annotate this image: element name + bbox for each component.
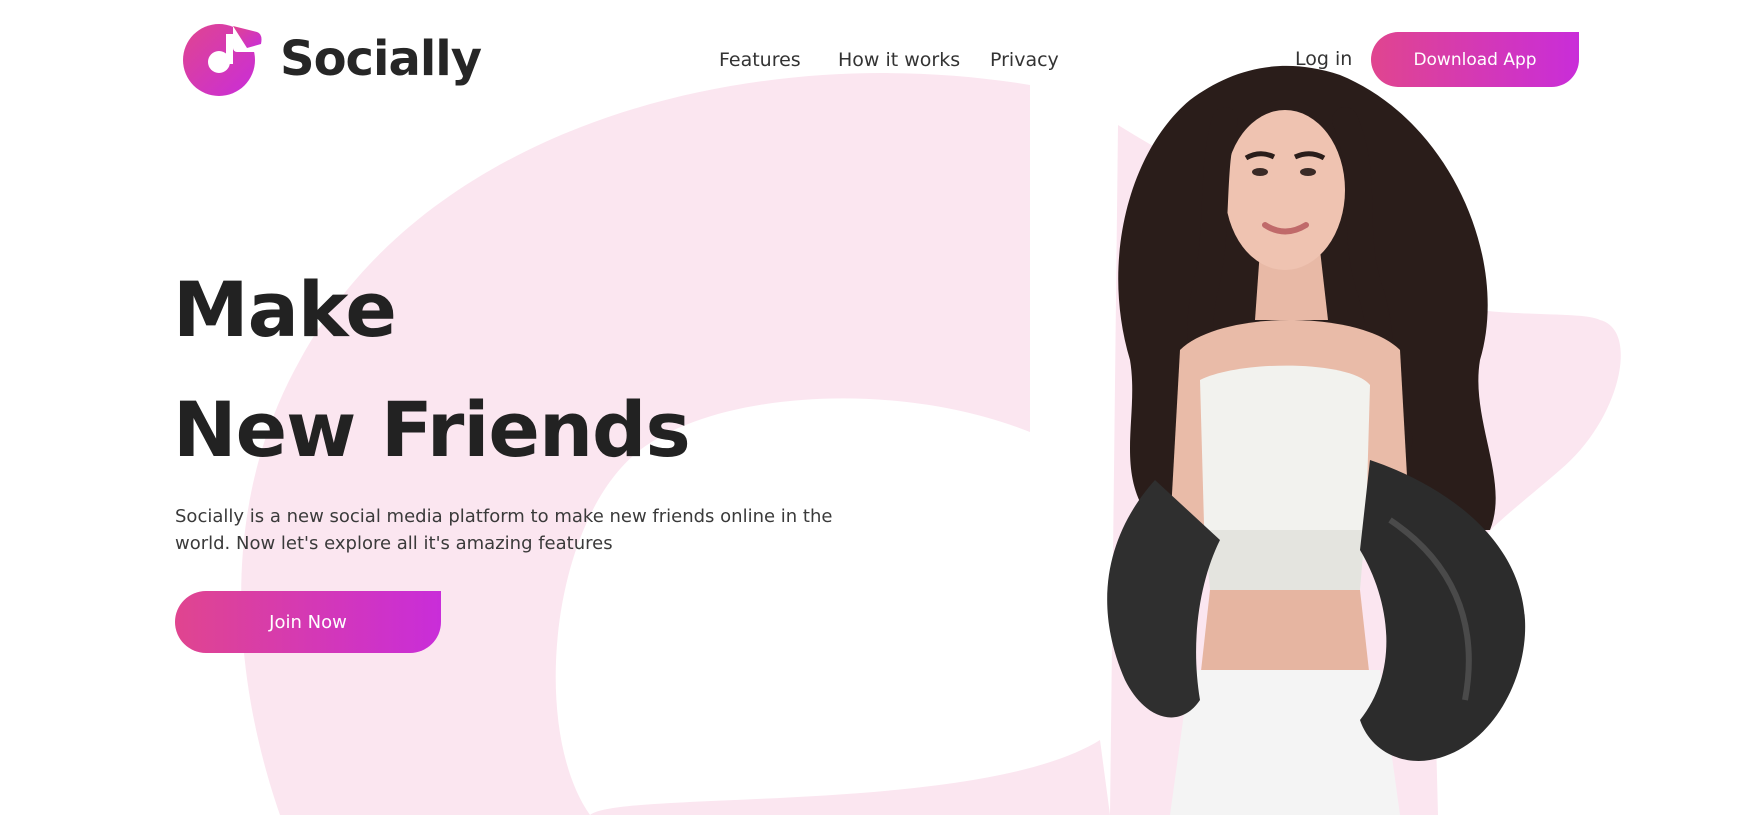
hero-description: Socially is a new social media platform … <box>175 506 833 554</box>
nav-features-link[interactable]: Features <box>719 48 801 72</box>
hero-headline-line1: Make <box>173 265 397 354</box>
join-now-button[interactable]: Join Now <box>175 591 441 653</box>
hero-headline-line2: New Friends <box>173 385 691 474</box>
landing-page: Socially Features How it works Privacy L… <box>0 0 1755 815</box>
nav-privacy-link[interactable]: Privacy <box>990 48 1059 72</box>
brand-name[interactable]: Socially <box>280 26 482 92</box>
hero-person-photo <box>1107 65 1526 815</box>
join-now-label: Join Now <box>269 611 347 633</box>
nav-how-it-works-link[interactable]: How it works <box>838 48 960 72</box>
music-note-logo-icon[interactable] <box>175 22 265 98</box>
